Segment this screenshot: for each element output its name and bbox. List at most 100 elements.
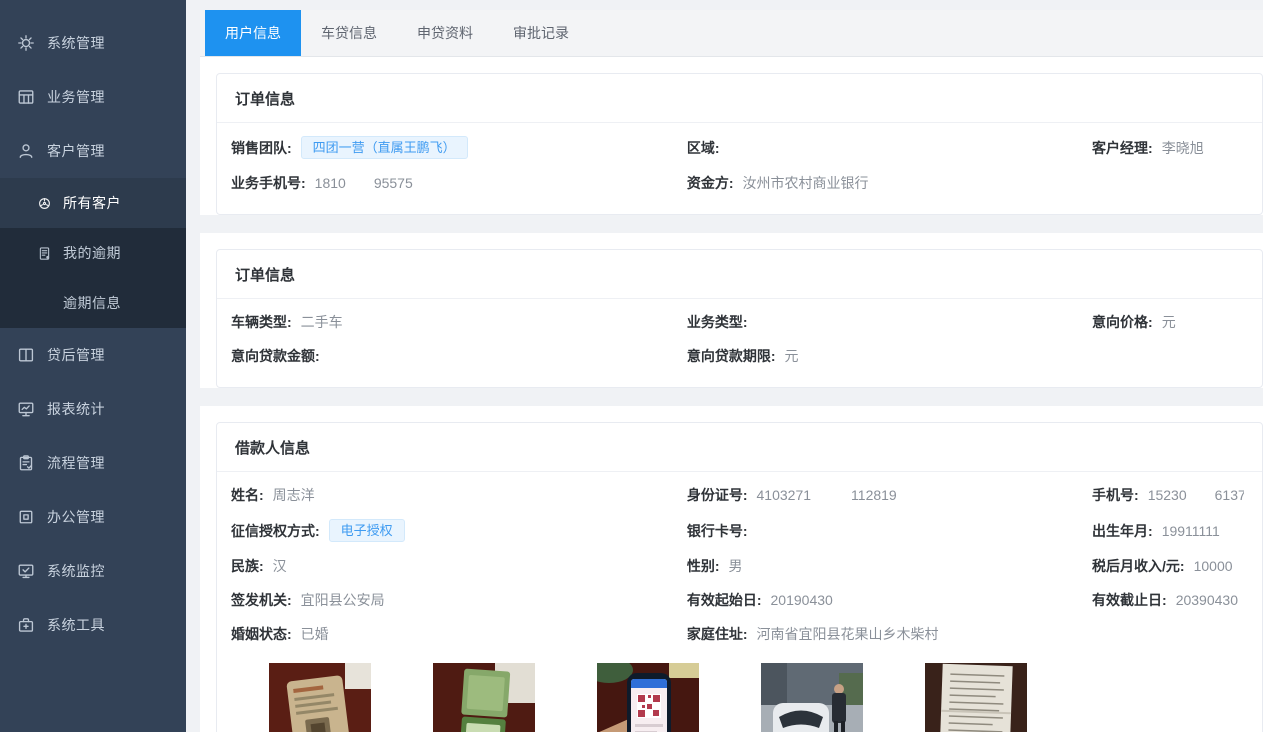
card-0: 订单信息 销售团队:四团一营（直属王鹏飞） 区域: 客户经理:李晓旭 业务手机号… [216,73,1263,215]
field-funder-value: 汝州市农村商业银行 [743,173,869,193]
field-bank-card-number-label: 银行卡号: [687,521,748,541]
field-funder-label: 资金方: [687,173,734,193]
chevron-down-icon [160,403,172,415]
field-vehicle-type-value: 二手车 [301,312,343,332]
photo-phone-qr[interactable]: 授权截图 [597,663,699,732]
photo-phone-qr-thumbnail[interactable] [597,663,699,732]
photo-document[interactable]: 其他材料 [925,663,1027,732]
sidebar-item-system-monitor[interactable]: 系统监控 [0,544,186,598]
field-valid-until-label: 有效截止日: [1092,590,1167,610]
user-icon [17,142,35,160]
field-row: 姓名:周志洋 身份证号:4103271112819 手机号:152306137 [231,478,1244,512]
tab-bar: 用户信息 车贷信息 申贷资料 审批记录 [200,10,1263,57]
wheel-icon [37,196,52,211]
tab-approval-records[interactable]: 审批记录 [493,10,589,56]
card-title: 借款人信息 [217,423,1262,472]
field-sales-team-tag[interactable]: 四团一营（直属王鹏飞） [301,136,468,159]
card-1: 订单信息 车辆类型:二手车 业务类型: 意向价格:元 意向贷款金额: 意向贷款期… [216,249,1263,388]
tab-user-info[interactable]: 用户信息 [205,10,301,56]
field-marital-status-label: 婚姻状态: [231,624,292,644]
field-id-number-label: 身份证号: [687,485,748,505]
field-mobile-label: 手机号: [1092,485,1139,505]
photo-id-card[interactable]: 身份证 [269,663,371,732]
field-birth-date: 出生年月:19911111 [1092,521,1244,541]
photo-person-with-car-thumbnail[interactable] [761,663,863,732]
field-row: 婚姻状态:已婚 家庭住址:河南省宜阳县花果山乡木柴村 [231,617,1244,651]
field-valid-from-label: 有效起始日: [687,590,762,610]
redaction-box [346,178,374,191]
field-issuing-authority: 签发机关:宜阳县公安局 [231,590,687,610]
field-monthly-income: 税后月收入/元:10000 [1092,556,1244,576]
card-title: 订单信息 [217,74,1262,123]
tab-label: 申贷资料 [417,25,473,41]
photo-document-thumbnail[interactable] [925,663,1027,732]
field-row: 销售团队:四团一营（直属王鹏飞） 区域: 客户经理:李晓旭 [231,129,1244,166]
sidebar-item-report-statistics[interactable]: 报表统计 [0,382,186,436]
tab-car-loan-info[interactable]: 车贷信息 [301,10,397,56]
main-area: 用户信息 车贷信息 申贷资料 审批记录 订单信息 销售团队:四团一营（直属王鹏飞… [186,0,1263,732]
field-intended-loan-term-label: 意向贷款期限: [687,346,776,366]
sidebar-item-overdue-info[interactable]: 逾期信息 [0,278,186,328]
field-account-manager-label: 客户经理: [1092,138,1153,158]
monitor-icon [17,400,35,418]
app-root: 系统管理 业务管理 客户管理 所有客户 我的逾期 逾期信息 贷后管理 报表统计 [0,0,1263,732]
field-account-manager: 客户经理:李晓旭 [1092,138,1244,158]
sidebar-item-system-management[interactable]: 系统管理 [0,16,186,70]
field-valid-from-value: 20190430 [771,592,833,608]
sidebar-item-label: 流程管理 [47,453,160,473]
sidebar-item-system-tools[interactable]: 系统工具 [0,598,186,652]
sidebar-item-label: 业务管理 [47,87,160,107]
field-sales-team: 销售团队:四团一营（直属王鹏飞） [231,136,687,159]
card-body: 销售团队:四团一营（直属王鹏飞） 区域: 客户经理:李晓旭 业务手机号:1810… [217,123,1262,214]
tab-loan-application-docs[interactable]: 申贷资料 [397,10,493,56]
sidebar-item-label: 办公管理 [47,507,160,527]
field-name: 姓名: 周志洋 [231,485,687,505]
sidebar-item-process-management[interactable]: 流程管理 [0,436,186,490]
chevron-down-icon [160,457,172,469]
sidebar-item-all-customers[interactable]: 所有客户 [0,178,186,228]
photo-green-booklet[interactable]: 驾驶证照片 [433,663,535,732]
tab-content: 订单信息 销售团队:四团一营（直属王鹏飞） 区域: 客户经理:李晓旭 业务手机号… [200,57,1263,732]
field-intended-price-label: 意向价格: [1092,312,1153,332]
photo-row: 身份证 驾驶证照片 授权截图 人车照 其他材料 [269,663,1244,732]
sidebar-item-label: 贷后管理 [47,345,160,365]
field-marital-status: 婚姻状态:已婚 [231,624,687,644]
photo-person-with-car[interactable]: 人车照 [761,663,863,732]
field-region-label: 区域: [687,138,720,158]
sidebar-item-my-overdue[interactable]: 我的逾期 [0,228,186,278]
photo-green-booklet-thumbnail[interactable] [433,663,535,732]
sidebar-item-customer-management[interactable]: 客户管理 [0,124,186,178]
field-funder: 资金方: 汝州市农村商业银行 [687,173,1092,193]
photo-id-card-thumbnail[interactable] [269,663,371,732]
sidebar-item-post-loan-management[interactable]: 贷后管理 [0,328,186,382]
card-gap [200,388,1263,406]
sidebar-item-business-management[interactable]: 业务管理 [0,70,186,124]
sidebar-item-label: 我的逾期 [63,243,172,263]
field-business-phone: 业务手机号:181095575 [231,173,687,193]
field-name-value: 周志洋 [273,485,315,505]
field-credit-auth-method: 征信授权方式: 电子授权 [231,519,687,542]
field-gender-label: 性别: [687,556,720,576]
chevron-down-icon [160,37,172,49]
monitor-check-icon [17,562,35,580]
field-credit-auth-method-label: 征信授权方式: [231,521,320,541]
submenu-customer-management: 所有客户 我的逾期 逾期信息 [0,178,186,328]
chevron-up-icon [160,145,172,157]
field-row: 车辆类型:二手车 业务类型: 意向价格: 元 [231,305,1244,339]
field-vehicle-type: 车辆类型:二手车 [231,312,687,332]
field-region: 区域: [687,138,1092,158]
tab-label: 车贷信息 [321,25,377,41]
field-business-type-label: 业务类型: [687,312,748,332]
field-gender-value: 男 [729,556,743,576]
field-credit-auth-method-tag: 电子授权 [329,519,405,542]
field-ethnicity: 民族:汉 [231,556,687,576]
toolbox-icon [17,616,35,634]
field-intended-price: 意向价格: 元 [1092,312,1244,332]
field-valid-until-value: 20390430 [1176,592,1238,608]
field-intended-loan-amount-label: 意向贷款金额: [231,346,320,366]
sidebar-item-office-management[interactable]: 办公管理 [0,490,186,544]
field-intended-loan-amount: 意向贷款金额: [231,346,687,366]
field-name-label: 姓名: [231,485,264,505]
card-gap [200,215,1263,233]
field-intended-price-value: 元 [1162,312,1176,332]
